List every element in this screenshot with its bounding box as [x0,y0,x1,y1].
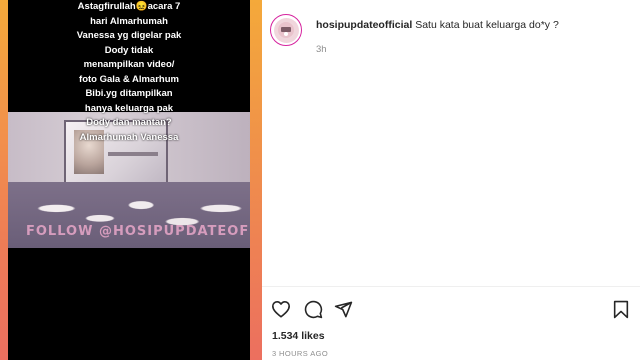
actions-divider [262,286,640,287]
comment-timestamp[interactable]: 3h [316,44,327,55]
avatar-icon [278,22,294,38]
save-button[interactable] [610,298,632,320]
share-button[interactable] [332,298,354,320]
video-watermark: FOLLOW @HOSIPUPDATEOFFICIAL [26,224,250,239]
heart-icon [272,300,290,318]
bookmark-icon [613,300,629,318]
avatar[interactable] [270,14,302,46]
comment-button[interactable] [302,298,324,320]
screen-text-bar [108,152,158,156]
video-caption-overlay: Astagfirullah😖acara 7 hari Almarhumah Va… [8,0,250,145]
post-video[interactable]: Astagfirullah😖acara 7 hari Almarhumah Va… [8,0,250,360]
caption-line: Dody tidak [104,44,154,56]
like-count[interactable]: 1.534 likes [272,330,325,342]
share-icon [334,301,352,317]
caption-line: menampilkan video/ [83,59,175,70]
caption-line: hari Almarhumah [90,15,168,27]
caption-line: Vanessa yg digelar pak [76,30,182,41]
comment-icon [304,300,322,318]
comment-body: Satu kata buat keluarga do*y ? [415,19,559,31]
caption-line: foto Gala & Almarhum [79,73,179,85]
caption-line: Dody dan mantan? [86,117,172,128]
media-border-strip [250,0,262,360]
avatar-image [273,17,299,43]
caption-line: Astagfirullah😖acara 7 [77,1,181,12]
caption-line: Almarhumah Vanessa [79,131,179,143]
post-actions-bar [270,298,640,320]
caption-line: hanya keluarga pak [84,102,174,114]
username-link[interactable]: hosipupdateofficial [316,19,412,31]
post-timestamp[interactable]: 3 HOURS AGO [272,349,328,358]
comment-text: hosipupdateofficial Satu kata buat kelua… [316,19,559,31]
caption-line: Bibi.yg ditampilkan [85,88,173,99]
like-button[interactable] [270,298,292,320]
